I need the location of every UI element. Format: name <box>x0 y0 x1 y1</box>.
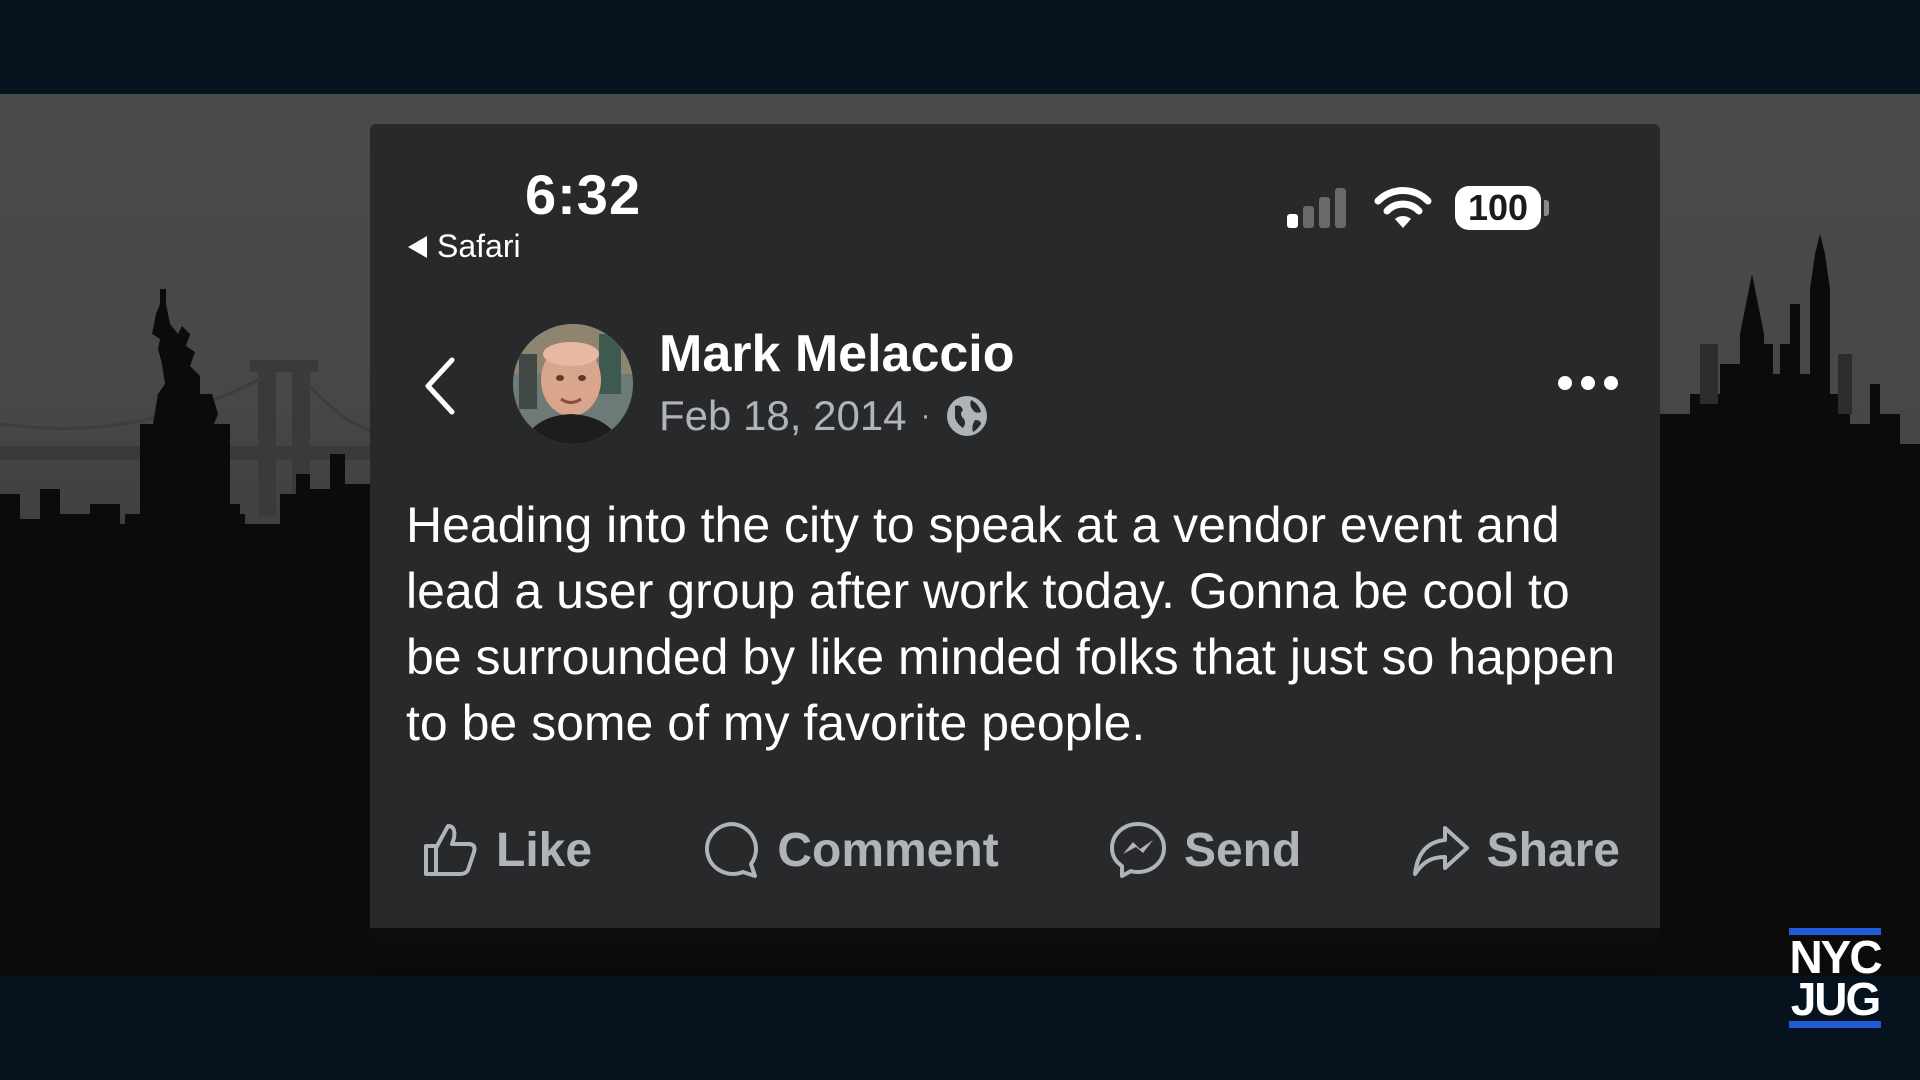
post-date[interactable]: Feb 18, 2014 <box>659 392 907 440</box>
post-actions: Like Comment Send Share <box>420 810 1620 890</box>
back-chevron-icon[interactable] <box>422 356 458 416</box>
battery-level: 100 <box>1455 186 1541 230</box>
comment-label: Comment <box>777 823 999 877</box>
phone-screen: 6:32 Safari 100 Mark Melaccio Feb 18, 20… <box>370 124 1660 928</box>
wifi-icon <box>1374 187 1432 228</box>
like-icon <box>424 824 477 876</box>
top-letterbox <box>0 0 1920 94</box>
meta-separator: · <box>920 399 931 432</box>
share-label: Share <box>1486 823 1620 877</box>
status-indicators: 100 <box>1285 186 1549 230</box>
avatar[interactable] <box>513 324 633 444</box>
more-options-button[interactable] <box>1558 376 1618 390</box>
send-button[interactable]: Send <box>1108 820 1301 880</box>
more-icon <box>1558 376 1572 390</box>
logo-line-2: JUG <box>1790 973 1882 1025</box>
comment-icon <box>705 822 759 878</box>
globe-icon <box>946 396 987 436</box>
share-icon <box>1412 826 1469 876</box>
battery-icon: 100 <box>1455 186 1549 230</box>
author-name[interactable]: Mark Melaccio <box>659 324 1015 384</box>
comment-button[interactable]: Comment <box>701 820 999 880</box>
like-label: Like <box>496 823 593 877</box>
send-label: Send <box>1183 823 1302 877</box>
like-button[interactable]: Like <box>420 820 592 880</box>
back-app-label: Safari <box>437 228 521 264</box>
messenger-icon <box>1109 822 1166 878</box>
post-meta: Feb 18, 2014 · <box>659 392 989 440</box>
back-triangle-icon <box>408 235 427 258</box>
status-time: 6:32 <box>525 163 642 226</box>
share-button[interactable]: Share <box>1411 820 1620 880</box>
cellular-signal-icon <box>1287 188 1346 228</box>
back-to-safari[interactable]: Safari <box>408 228 521 265</box>
nycjug-logo: NYC JUG <box>1789 928 1883 1028</box>
bottom-letterbox <box>0 976 1920 1080</box>
post-text: Heading into the city to speak at a vend… <box>406 497 1616 751</box>
